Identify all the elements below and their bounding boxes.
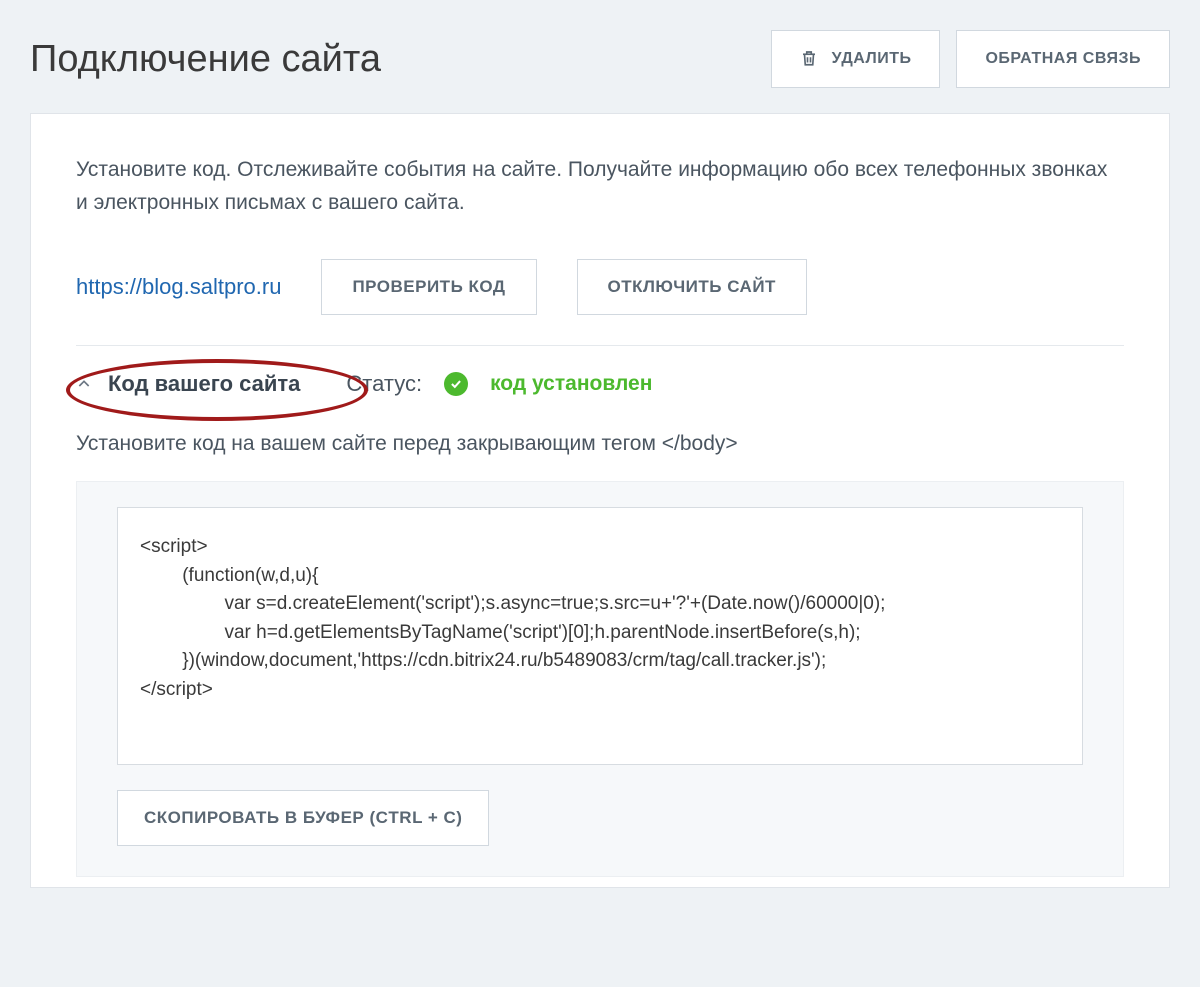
disconnect-site-button[interactable]: ОТКЛЮЧИТЬ САЙТ	[577, 259, 807, 315]
code-instruction: Установите код на вашем сайте перед закр…	[76, 432, 1124, 456]
trash-icon	[800, 49, 818, 69]
code-snippet-box[interactable]: <script> (function(w,d,u){ var s=d.creat…	[117, 507, 1083, 765]
check-code-button[interactable]: ПРОВЕРИТЬ КОД	[321, 259, 536, 315]
site-url-link[interactable]: https://blog.saltpro.ru	[76, 274, 281, 300]
copy-buffer-button[interactable]: СКОПИРОВАТЬ В БУФЕР (CTRL + C)	[117, 790, 489, 846]
status-label: Статус:	[346, 371, 422, 397]
header-row: Подключение сайта УДАЛИТЬ ОБРАТНАЯ СВЯЗЬ	[30, 30, 1170, 88]
url-row: https://blog.saltpro.ru ПРОВЕРИТЬ КОД ОТ…	[76, 259, 1124, 315]
chevron-up-icon	[76, 376, 92, 392]
page-root: Подключение сайта УДАЛИТЬ ОБРАТНАЯ СВЯЗЬ	[0, 0, 1200, 918]
section-title: Код вашего сайта	[108, 371, 300, 397]
section-header[interactable]: Код вашего сайта Статус: код установлен	[76, 371, 1124, 397]
divider	[76, 345, 1124, 346]
delete-button-label: УДАЛИТЬ	[832, 50, 912, 68]
page-title: Подключение сайта	[30, 38, 381, 81]
status-text: код установлен	[490, 372, 652, 396]
feedback-button-label: ОБРАТНАЯ СВЯЗЬ	[985, 50, 1141, 68]
delete-button[interactable]: УДАЛИТЬ	[771, 30, 941, 88]
header-buttons: УДАЛИТЬ ОБРАТНАЯ СВЯЗЬ	[771, 30, 1170, 88]
intro-text: Установите код. Отслеживайте события на …	[76, 154, 1124, 219]
check-circle-icon	[444, 372, 468, 396]
code-block-wrap: <script> (function(w,d,u){ var s=d.creat…	[76, 481, 1124, 877]
main-card: Установите код. Отслеживайте события на …	[30, 113, 1170, 888]
feedback-button[interactable]: ОБРАТНАЯ СВЯЗЬ	[956, 30, 1170, 88]
